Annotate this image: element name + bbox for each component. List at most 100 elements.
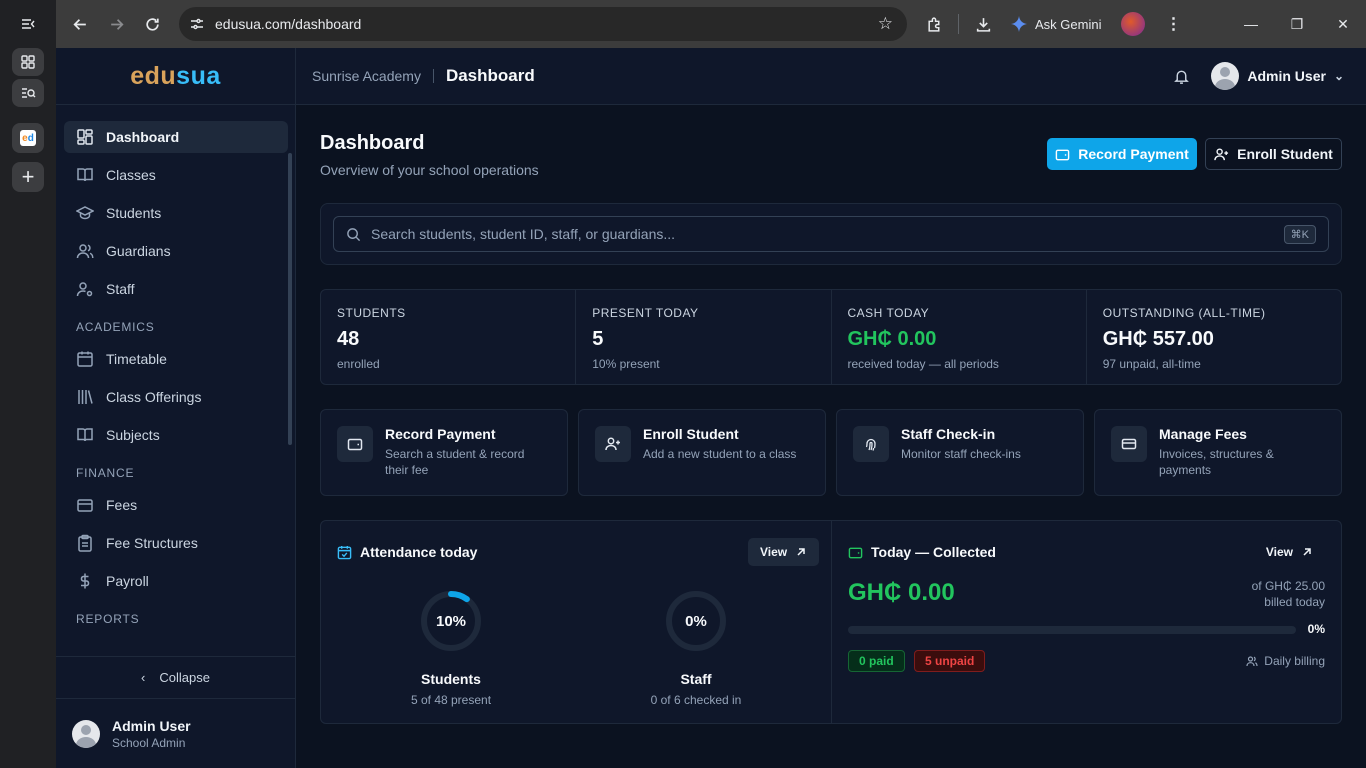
wallet-icon <box>77 499 93 512</box>
action-staff-checkin[interactable]: Staff Check-in Monitor staff check-ins <box>836 409 1084 496</box>
sidebar-item-label: Subjects <box>106 427 160 443</box>
collection-progress-bar <box>848 626 1296 634</box>
back-icon[interactable] <box>62 6 98 42</box>
sidebar-user-card[interactable]: Admin User School Admin <box>56 698 295 768</box>
forward-icon[interactable] <box>98 6 134 42</box>
daily-billing-label: Daily billing <box>1264 654 1325 668</box>
sidebar-item-staff[interactable]: Staff <box>64 273 288 305</box>
minimize-icon[interactable]: — <box>1228 0 1274 48</box>
clipboard-icon <box>78 534 92 552</box>
billed-today: of GH₵ 25.00 billed today <box>1252 578 1325 610</box>
collected-amount: GH₵ 0.00 <box>848 579 955 606</box>
sidebar-item-dashboard[interactable]: Dashboard <box>64 121 288 153</box>
sidebar-item-label: Guardians <box>106 243 171 259</box>
sidebar-item-classes[interactable]: Classes <box>64 159 288 191</box>
sidebar-nav: Dashboard Classes Students Guardians Sta… <box>64 121 288 635</box>
wallet-icon <box>337 426 373 462</box>
collected-title-label: Today — Collected <box>871 544 996 560</box>
stat-cash-today: CASH TODAY GH₵ 0.00 received today — all… <box>832 290 1087 384</box>
section-academics: ACADEMICS <box>76 320 155 334</box>
stat-students: STUDENTS 48 enrolled <box>321 290 577 384</box>
close-window-icon[interactable]: ✕ <box>1320 0 1366 48</box>
user-plus-icon <box>1214 147 1229 160</box>
sidebar-item-fee-structures[interactable]: Fee Structures <box>64 527 288 559</box>
ring-pct: 0% <box>685 612 707 630</box>
downloads-icon[interactable] <box>965 6 1001 42</box>
action-manage-fees[interactable]: Manage Fees Invoices, structures & payme… <box>1094 409 1342 496</box>
view-label: View <box>1265 545 1293 559</box>
enroll-student-label: Enroll Student <box>1237 146 1333 162</box>
bookmark-star-icon[interactable]: ☆ <box>878 14 893 34</box>
user-menu-name: Admin User <box>1247 68 1326 84</box>
sidebar-scrollbar[interactable] <box>288 153 292 445</box>
dashboard-icon <box>77 129 93 145</box>
stat-value: GH₵ 557.00 <box>1102 328 1214 350</box>
billed-amount: of GH₵ 25.00 <box>1251 579 1325 593</box>
new-tab-button[interactable]: + <box>12 162 44 192</box>
search-input[interactable]: Search students, student ID, staff, or g… <box>333 216 1329 252</box>
user-name: Admin User <box>112 717 191 734</box>
sidebar-item-fees[interactable]: Fees <box>64 489 288 521</box>
stat-note: 10% present <box>592 357 660 371</box>
arrow-up-right-icon <box>797 548 805 556</box>
sidebar-item-timetable[interactable]: Timetable <box>64 343 288 375</box>
browser-menu-icon[interactable]: ⋮ <box>1155 6 1191 42</box>
browser-toolbar: edusua.com/dashboard ☆ Ask Gemini ⋮ — ❐ … <box>56 0 1366 48</box>
ring-title: Students <box>421 671 481 687</box>
students-attendance: 10% Students 5 of 48 present <box>351 589 551 707</box>
logo-part-sua: sua <box>176 61 221 90</box>
search-tabs-icon[interactable] <box>12 79 44 107</box>
sidebar-item-label: Fee Structures <box>106 535 198 551</box>
sidebar-item-label: Classes <box>106 167 156 183</box>
action-desc: Invoices, structures & payments <box>1159 447 1274 477</box>
bottom-panels: Attendance today View 10% Students 5 of … <box>320 520 1342 724</box>
arrow-up-right-icon <box>1303 548 1311 556</box>
attendance-panel: Attendance today View 10% Students 5 of … <box>321 521 832 723</box>
credit-card-icon <box>1111 426 1147 462</box>
sidebar-item-class-offerings[interactable]: Class Offerings <box>64 381 288 413</box>
collected-view-button[interactable]: View <box>1254 538 1325 566</box>
sidebar-item-payroll[interactable]: Payroll <box>64 565 288 597</box>
attendance-view-button[interactable]: View <box>748 538 820 566</box>
sidebar-item-guardians[interactable]: Guardians <box>64 235 288 267</box>
search-icon <box>347 227 361 241</box>
tab-edusua[interactable]: ed <box>12 123 44 153</box>
stat-value: GH₵ 0.00 <box>847 328 937 350</box>
search-shortcut: ⌘K <box>1283 225 1316 244</box>
section-finance: FINANCE <box>76 466 135 480</box>
restore-icon[interactable]: ❐ <box>1274 0 1320 48</box>
collapse-tabs-icon[interactable] <box>12 10 44 38</box>
breadcrumb-school[interactable]: Sunrise Academy <box>312 68 421 84</box>
profile-avatar[interactable] <box>1121 12 1146 36</box>
app-topbar: Sunrise Academy Dashboard Admin User ⌄ <box>296 48 1366 105</box>
collapse-sidebar-button[interactable]: ‹ Collapse <box>56 656 295 698</box>
site-info-icon[interactable] <box>179 16 215 32</box>
address-bar[interactable]: edusua.com/dashboard ☆ <box>179 7 907 41</box>
search-placeholder: Search students, student ID, staff, or g… <box>371 226 676 242</box>
edusua-logo[interactable]: edu sua <box>56 48 295 105</box>
sidebar-item-subjects[interactable]: Subjects <box>64 419 288 451</box>
collected-title: Today — Collected <box>848 544 996 560</box>
stat-note: received today — all periods <box>847 357 999 371</box>
ask-gemini-button[interactable]: Ask Gemini <box>1001 16 1111 32</box>
action-desc: Monitor staff check-ins <box>901 447 1021 461</box>
quick-actions: Record Payment Search a student & record… <box>320 409 1342 496</box>
action-desc: Add a new student to a class <box>643 447 797 461</box>
bell-icon[interactable] <box>1173 68 1190 90</box>
enroll-student-button[interactable]: Enroll Student <box>1205 138 1342 170</box>
action-title: Manage Fees <box>1159 426 1247 442</box>
sidebar-item-label: Timetable <box>106 351 167 367</box>
page-title: Dashboard <box>320 132 425 154</box>
sidebar-item-label: Staff <box>106 281 135 297</box>
action-record-payment[interactable]: Record Payment Search a student & record… <box>320 409 568 496</box>
user-plus-icon <box>595 426 631 462</box>
record-payment-button[interactable]: Record Payment <box>1047 138 1197 170</box>
reload-icon[interactable] <box>134 6 170 42</box>
users-icon <box>1246 656 1258 667</box>
sidebar-item-students[interactable]: Students <box>64 197 288 229</box>
user-menu[interactable]: Admin User ⌄ <box>1211 62 1344 90</box>
tab-groups-icon[interactable] <box>12 48 44 76</box>
user-role: School Admin <box>112 735 186 750</box>
extensions-icon[interactable] <box>916 6 952 42</box>
action-enroll-student[interactable]: Enroll Student Add a new student to a cl… <box>578 409 826 496</box>
